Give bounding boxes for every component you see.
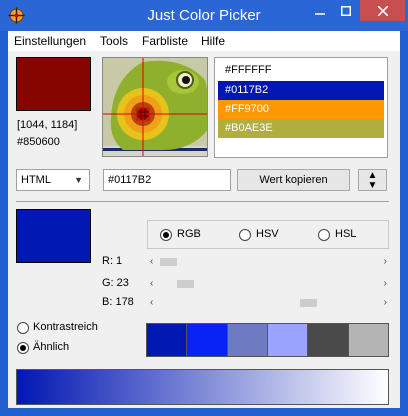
picked-hex-value: #850600 xyxy=(17,136,60,148)
palette-swatch[interactable] xyxy=(308,324,349,356)
menu-einstellungen[interactable]: Einstellungen xyxy=(14,34,86,48)
minimize-button[interactable] xyxy=(307,0,333,21)
palette-swatch[interactable] xyxy=(227,324,268,356)
app-window: Just Color Picker Einstellungen Tools Fa… xyxy=(0,0,408,416)
radio-hsl-label[interactable]: HSL xyxy=(335,228,356,240)
chevron-right-icon[interactable]: › xyxy=(384,296,387,310)
chevron-left-icon[interactable]: ‹ xyxy=(150,296,153,310)
palette-swatch[interactable] xyxy=(187,324,228,356)
color-list-item[interactable]: #FFFFFF xyxy=(218,61,384,80)
blue-slider[interactable]: ‹ › xyxy=(148,296,389,310)
current-color-swatch xyxy=(16,209,91,263)
slider-thumb[interactable] xyxy=(300,299,317,307)
chevron-left-icon[interactable]: ‹ xyxy=(150,255,153,269)
radio-aehnlich-label[interactable]: Ähnlich xyxy=(33,341,69,353)
radio-kontrastreich-label[interactable]: Kontrastreich xyxy=(33,321,98,333)
menu-tools[interactable]: Tools xyxy=(100,34,128,48)
close-button[interactable] xyxy=(360,0,405,21)
title-bar[interactable]: Just Color Picker xyxy=(0,0,408,31)
green-slider-label: G: 23 xyxy=(102,277,129,289)
radio-rgb[interactable] xyxy=(160,229,172,241)
close-icon xyxy=(377,5,388,16)
format-select[interactable]: HTML ▼ xyxy=(16,169,90,191)
copy-value-button[interactable]: Wert kopieren xyxy=(237,169,350,191)
magnifier-preview xyxy=(102,57,208,157)
menu-farbliste[interactable]: Farbliste xyxy=(142,34,188,48)
palette-swatch[interactable] xyxy=(348,324,388,356)
color-list-item-label: #FF9700 xyxy=(225,103,270,115)
harmony-palette xyxy=(146,323,389,357)
palette-swatch[interactable] xyxy=(147,324,188,356)
radio-hsl[interactable] xyxy=(318,229,330,241)
blue-slider-label: B: 178 xyxy=(102,296,134,308)
slider-track[interactable] xyxy=(159,299,378,307)
color-list-item-label: #FFFFFF xyxy=(225,64,272,76)
color-list-item[interactable]: #FF9700 xyxy=(218,100,384,119)
slider-thumb[interactable] xyxy=(160,258,177,266)
menu-hilfe[interactable]: Hilfe xyxy=(201,34,225,48)
divider xyxy=(16,201,389,202)
radio-aehnlich[interactable] xyxy=(17,342,29,354)
format-select-value: HTML xyxy=(21,174,51,186)
chevron-down-icon: ▼ xyxy=(74,175,83,185)
maximize-icon xyxy=(341,5,351,16)
cursor-coordinates: [1044, 1184] xyxy=(17,119,78,131)
hex-input[interactable]: #0117B2 xyxy=(103,169,231,191)
menu-bar: Einstellungen Tools Farbliste Hilfe xyxy=(8,31,400,51)
swap-arrows-icon: ▲ ▼ xyxy=(367,170,378,191)
radio-rgb-label[interactable]: RGB xyxy=(177,228,201,240)
chevron-left-icon[interactable]: ‹ xyxy=(150,277,153,291)
magnified-chameleon-image xyxy=(103,58,207,156)
slider-track[interactable] xyxy=(159,258,378,266)
red-slider[interactable]: ‹ › xyxy=(148,255,389,269)
color-mode-group: RGB HSV HSL xyxy=(147,220,389,249)
green-slider[interactable]: ‹ › xyxy=(148,277,389,291)
color-list-item-label: #0117B2 xyxy=(225,84,269,96)
swap-colors-button[interactable]: ▲ ▼ xyxy=(358,169,387,191)
color-list-item[interactable]: #B0AE3E xyxy=(218,119,384,138)
minimize-icon xyxy=(315,12,325,15)
slider-thumb[interactable] xyxy=(177,280,194,288)
client-area: Einstellungen Tools Farbliste Hilfe [104… xyxy=(8,31,400,408)
color-list-item[interactable]: #0117B2 xyxy=(218,81,384,100)
maximize-button[interactable] xyxy=(333,0,359,21)
color-list[interactable]: #FFFFFF #0117B2 #FF9700 #B0AE3E xyxy=(214,57,388,158)
slider-track[interactable] xyxy=(159,280,378,288)
chevron-right-icon[interactable]: › xyxy=(384,277,387,291)
color-gradient-bar[interactable] xyxy=(16,369,389,405)
color-list-item-label: #B0AE3E xyxy=(225,122,273,134)
palette-swatch[interactable] xyxy=(267,324,309,356)
red-slider-label: R: 1 xyxy=(102,255,123,267)
chevron-right-icon[interactable]: › xyxy=(384,255,387,269)
picked-color-swatch xyxy=(16,57,91,111)
radio-hsv-label[interactable]: HSV xyxy=(256,228,279,240)
radio-kontrastreich[interactable] xyxy=(17,322,29,334)
radio-hsv[interactable] xyxy=(239,229,251,241)
